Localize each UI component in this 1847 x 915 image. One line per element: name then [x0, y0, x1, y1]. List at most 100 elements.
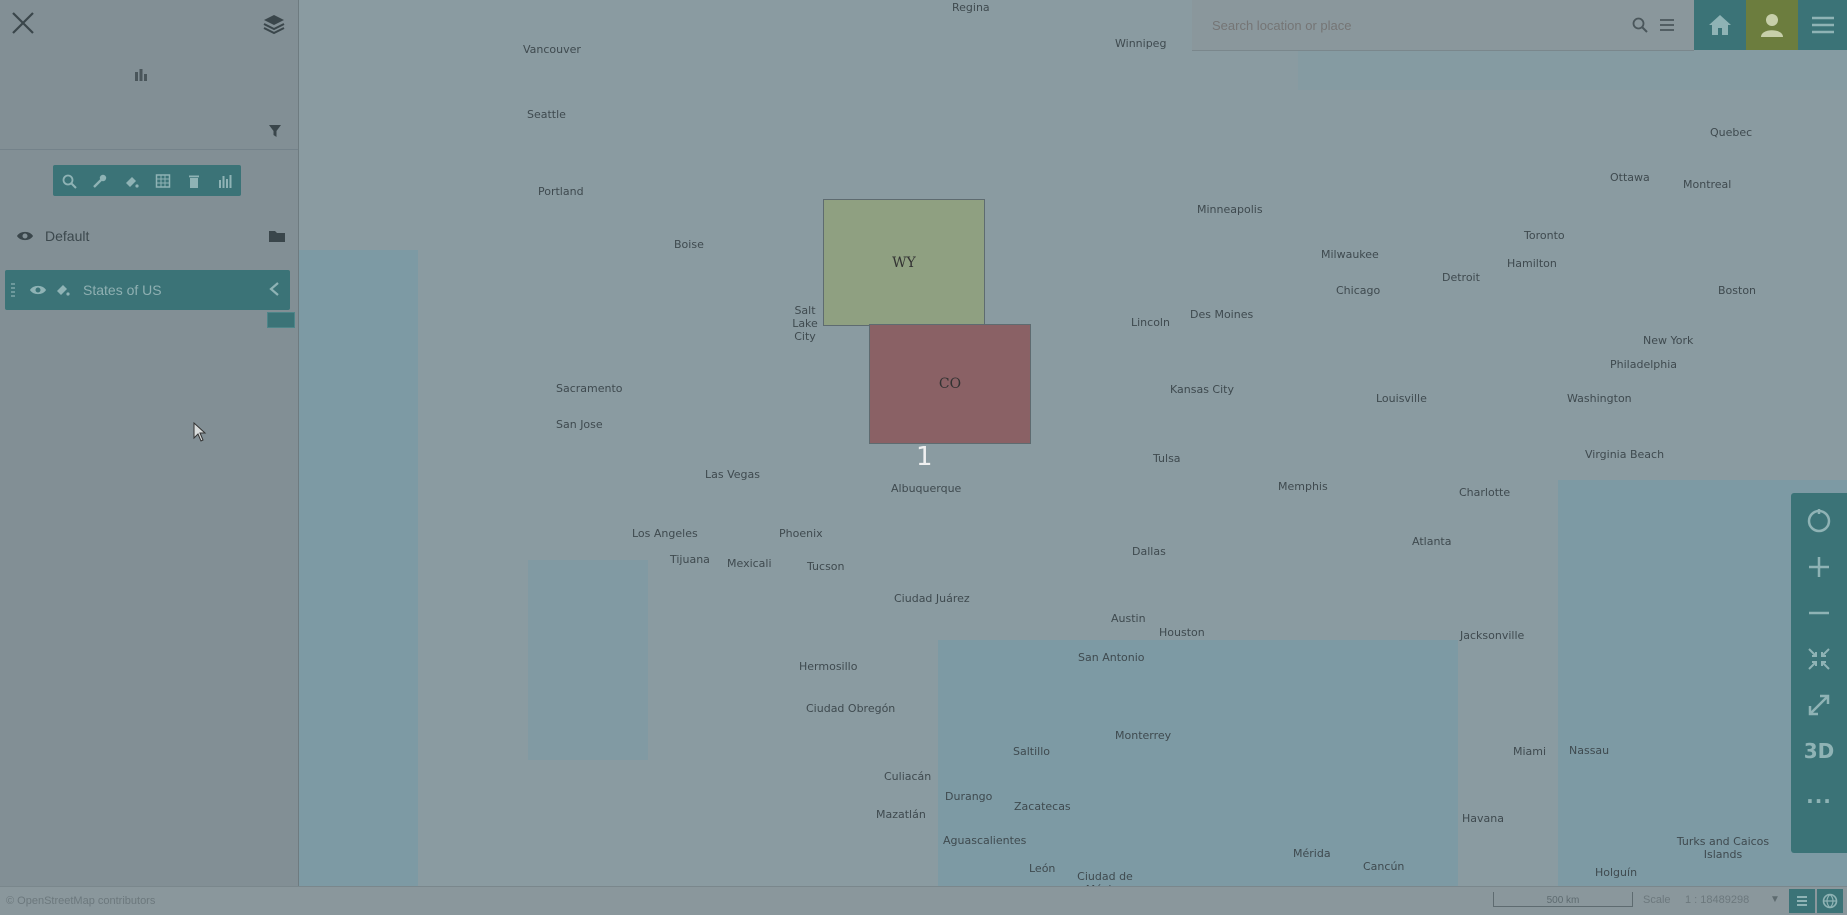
city-label: Mexicali — [727, 557, 772, 570]
zoom-to-extent-button[interactable] — [1791, 637, 1847, 681]
state-polygon-wy[interactable]: WY — [823, 199, 985, 326]
city-label: Boston — [1718, 284, 1757, 297]
city-label: Ciudad Juárez — [894, 592, 970, 605]
city-label: Mazatlán — [876, 808, 926, 821]
city-label: Turks and Caicos Islands — [1676, 835, 1770, 861]
collapse-arrows-icon — [1808, 648, 1830, 670]
city-label: Zacatecas — [1014, 800, 1071, 813]
scale-select[interactable]: 1 : 18489298 — [1685, 894, 1749, 906]
expand-icon — [1808, 694, 1830, 716]
city-label: Mérida — [1293, 847, 1331, 860]
city-label: Chicago — [1336, 284, 1381, 297]
table-icon[interactable] — [152, 170, 174, 192]
city-label: Las Vegas — [705, 468, 760, 481]
pacific-ocean — [298, 250, 418, 886]
city-label: Regina — [952, 1, 990, 14]
city-label: Phoenix — [779, 527, 823, 540]
city-label: Saltillo — [1013, 745, 1050, 758]
search-icon[interactable] — [1631, 16, 1649, 34]
city-label: Milwaukee — [1321, 248, 1379, 261]
city-label: León — [1029, 862, 1056, 875]
eye-icon[interactable] — [29, 283, 47, 297]
city-label: Ciudad Obregón — [806, 702, 896, 715]
city-label: Durango — [945, 790, 993, 803]
more-button[interactable]: ··· — [1791, 779, 1847, 823]
legend-tab[interactable] — [267, 312, 295, 328]
city-label: Lincoln — [1131, 316, 1170, 329]
globe-icon — [1822, 893, 1838, 909]
layer-item-states-of-us[interactable]: States of US — [5, 270, 290, 310]
drag-handle-icon[interactable] — [10, 282, 16, 298]
state-polygon-co[interactable]: CO — [869, 324, 1031, 444]
layers-toggle-button[interactable] — [1789, 889, 1815, 913]
status-footer: © OpenStreetMap contributors 500 km Scal… — [0, 886, 1847, 915]
city-label: Winnipeg — [1115, 37, 1167, 50]
state-label: CO — [938, 376, 962, 392]
layer-name: States of US — [83, 282, 162, 298]
layer-group-name: Default — [45, 228, 90, 244]
home-button[interactable] — [1694, 0, 1746, 50]
city-label: Philadelphia — [1610, 358, 1678, 371]
city-label: Monterrey — [1115, 729, 1172, 742]
city-label: Cancún — [1363, 860, 1405, 873]
city-label: Houston — [1159, 626, 1205, 639]
gulf-of-california — [528, 560, 648, 760]
wrench-icon[interactable] — [89, 170, 111, 192]
city-label: Albuquerque — [891, 482, 962, 495]
chevron-down-icon[interactable]: ▼ — [1770, 894, 1780, 905]
city-label: Boise — [674, 238, 704, 251]
layer-search-input[interactable] — [8, 121, 252, 143]
cluster-count[interactable]: 1 — [916, 442, 933, 472]
scale-label: Scale — [1643, 894, 1671, 906]
eye-icon[interactable] — [16, 229, 34, 243]
chart-icon[interactable] — [133, 66, 149, 82]
map-attribution[interactable]: © OpenStreetMap contributors — [6, 895, 155, 907]
zoom-in-button[interactable] — [1791, 545, 1847, 589]
bar-chart-icon[interactable] — [214, 170, 236, 192]
city-label: Austin — [1111, 612, 1146, 625]
stack-icon — [1797, 896, 1807, 906]
paint-icon[interactable] — [120, 170, 142, 192]
trash-icon[interactable] — [183, 170, 205, 192]
layers-icon[interactable] — [262, 12, 286, 36]
filter-icon[interactable] — [268, 124, 282, 138]
plus-icon — [1809, 557, 1829, 577]
city-label: Culiacán — [884, 770, 932, 783]
layer-search-row — [0, 115, 298, 150]
user-icon — [1761, 14, 1783, 37]
list-icon[interactable] — [1659, 18, 1675, 32]
location-search-input[interactable] — [1210, 14, 1614, 36]
fullscreen-button[interactable] — [1791, 683, 1847, 727]
city-label: Tucson — [807, 560, 845, 573]
scale-bar: 500 km — [1493, 892, 1633, 907]
city-label: Holguín — [1595, 866, 1638, 879]
city-label: Jacksonville — [1460, 629, 1525, 642]
user-button[interactable] — [1746, 0, 1798, 50]
folder-icon[interactable] — [268, 228, 286, 244]
city-label: Toronto — [1524, 229, 1565, 242]
city-label: Quebec — [1710, 126, 1753, 139]
chevron-left-icon[interactable] — [268, 281, 280, 297]
city-label: San Jose — [556, 418, 603, 431]
city-label: Montreal — [1683, 178, 1732, 191]
city-label: Sacramento — [556, 382, 623, 395]
zoom-to-layer-icon[interactable] — [58, 170, 80, 192]
compass-icon[interactable] — [1791, 499, 1847, 543]
close-icon[interactable] — [8, 8, 38, 38]
paint-icon[interactable] — [55, 281, 71, 297]
layer-panel: Default States of US — [0, 0, 299, 886]
city-label: Hermosillo — [799, 660, 858, 673]
city-label: Dallas — [1132, 545, 1166, 558]
3d-toggle-button[interactable]: 3D — [1791, 729, 1847, 773]
map-navigation-controls: 3D ··· — [1791, 493, 1847, 853]
city-label: New York — [1643, 334, 1694, 347]
hamburger-icon — [1811, 16, 1834, 34]
map-canvas[interactable]: Regina Winnipeg Vancouver Seattle Portla… — [298, 0, 1847, 886]
city-label: Charlotte — [1459, 486, 1511, 499]
layer-group-default[interactable]: Default — [0, 220, 298, 252]
hamburger-menu-button[interactable] — [1798, 0, 1847, 50]
city-label: Tijuana — [670, 553, 710, 566]
zoom-out-button[interactable] — [1791, 591, 1847, 635]
globe-button[interactable] — [1817, 889, 1843, 913]
home-icon — [1709, 15, 1731, 35]
